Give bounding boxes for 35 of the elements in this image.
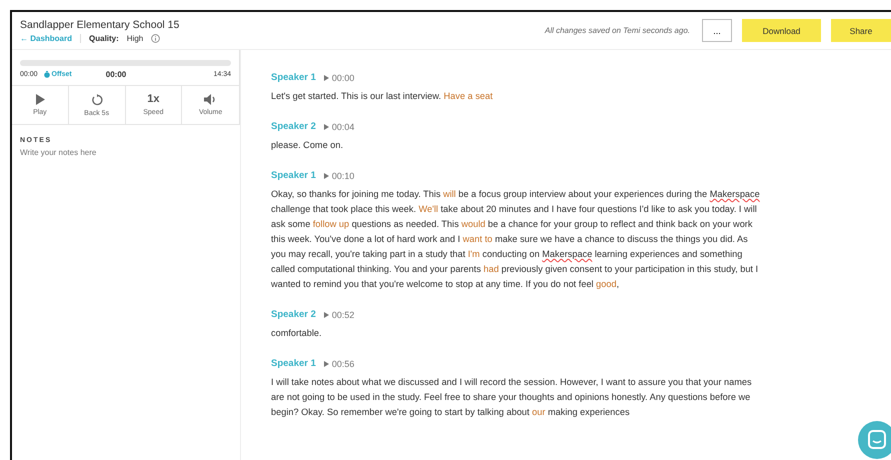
transcript-paragraph: comfortable. — [271, 327, 323, 340]
transcript-paragraph: please. Come on. — [271, 139, 344, 152]
download-button[interactable]: Download — [742, 19, 821, 42]
speaker-name: Speaker 1 — [271, 358, 316, 369]
timestamp-link[interactable]: 00:00 — [324, 72, 354, 82]
rewind-icon — [90, 94, 103, 106]
timestamp-link[interactable]: 00:52 — [324, 310, 354, 320]
chat-icon[interactable] — [858, 421, 891, 459]
info-icon[interactable] — [151, 34, 160, 42]
play-icon — [324, 74, 329, 80]
timestamp-link[interactable]: 00:10 — [324, 170, 354, 180]
speaker-name: Speaker 1 — [271, 170, 316, 181]
more-button[interactable]: ... — [702, 19, 732, 42]
timestamp-link[interactable]: 00:56 — [324, 358, 354, 368]
stopwatch-icon — [44, 71, 50, 78]
quality-value: High — [126, 34, 144, 42]
progress-track[interactable] — [20, 60, 231, 66]
play-icon — [324, 312, 329, 318]
save-status: All changes saved on Temi seconds ago. — [544, 26, 690, 35]
play-icon — [34, 94, 45, 105]
document-title: Sandlapper Elementary School 15 — [20, 18, 180, 30]
share-button[interactable]: Share — [831, 19, 891, 42]
speaker-name: Speaker 2 — [271, 309, 316, 320]
quality-label: Quality: — [89, 34, 119, 42]
timestamp-link[interactable]: 00:04 — [324, 122, 354, 132]
volume-icon — [204, 94, 218, 105]
play-icon — [324, 172, 329, 178]
speaker-name: Speaker 1 — [271, 72, 316, 83]
transcript-paragraph: I will take notes about what we discussed and I will record the session. However, I want to assure you that your names are not going to be used in the study. Feel free to share your thoughts and opinions honestly. Any questions before we begin? Okay. So remember we're going to start by talking about our making experiences — [271, 376, 753, 419]
speaker-name: Speaker 2 — [271, 121, 316, 132]
play-icon — [324, 360, 329, 366]
transcript-paragraph: Okay, so thanks for joining me today. This will be a focus group interview about your experiences during the Makerspace challenge that took place this week. We'll take about 20 minutes and I have four questions I'd like to ask you today. I will ask some follow up questions as needed. This would be a chance for your group to reflect and think back on your work this week. You've done a lot of hard work and I want to make sure we have a chance to discuss the things you did. As you may recall, you're taking part in a study that I'm conducting on Makerspace learning experiences and something called computational thinking. You and your parents had previously given consent to your participation in this study, but I wanted to remind you that you're welcome to stop at any time. If you do not feel good, — [271, 188, 761, 291]
current-time: 00:00 — [106, 70, 126, 79]
play-icon — [324, 124, 329, 130]
transcript-paragraph: Let's get started. This is our last interview. Have a seat — [271, 90, 494, 103]
